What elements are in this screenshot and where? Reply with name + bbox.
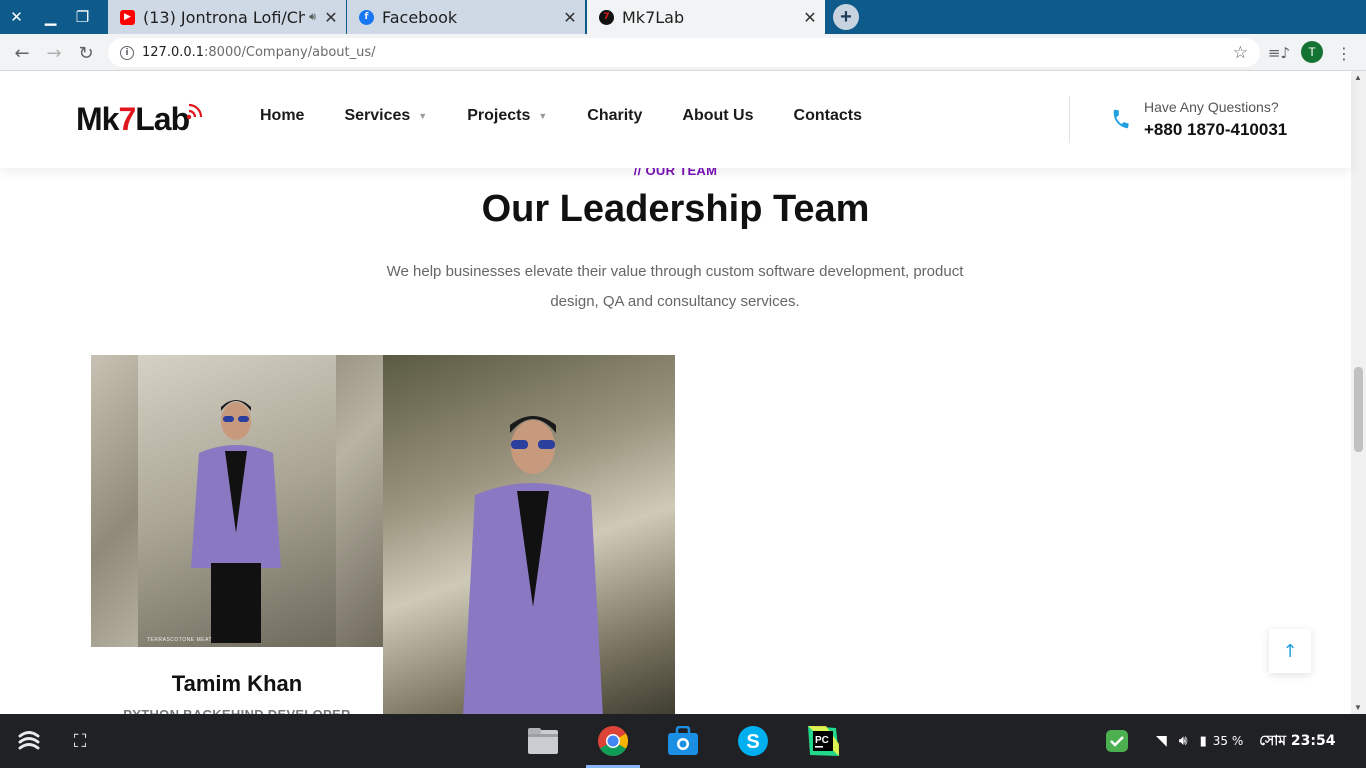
tab-youtube[interactable]: ▶ (13) Jontrona Lofi/Chi 🔊︎ ✕ [108,0,346,34]
site-header: Mk7Lab Home Services ▼ Projects ▼ Charity … [0,71,1351,168]
chrome-app-icon[interactable] [596,724,630,758]
files-app-icon[interactable] [526,724,560,758]
site-info-icon[interactable]: i [120,45,134,60]
browser-tab-strip: ✕ ▁ ❐ ▶ (13) Jontrona Lofi/Chi 🔊︎ ✕ f Fa… [0,0,1366,34]
security-check-icon[interactable] [1100,724,1134,758]
nav-about-us[interactable]: About Us [682,107,753,125]
minimize-icon[interactable]: ▁ [34,0,67,34]
scroll-down-icon[interactable]: ▼ [1354,703,1362,712]
battery-icon: ▮ [1199,733,1207,749]
facebook-icon: f [359,9,374,25]
back-icon[interactable]: ← [10,41,34,65]
logo-text: Lab [135,101,190,137]
speaker-icon[interactable]: 🔊︎ [309,10,316,24]
team-card[interactable] [383,355,675,714]
close-tab-icon[interactable]: ✕ [316,8,346,27]
svg-text:S: S [746,731,759,753]
tab-title: Mk7Lab [622,7,685,27]
contact-label: Have Any Questions? [1144,99,1279,115]
signal-icon [186,103,203,120]
team-card[interactable]: TERRASCOTONE MEAT Tamim Khan PYTHON BACK… [91,355,383,714]
volume-icon: 🔊︎ [1178,733,1188,749]
nav-label: About Us [682,107,754,124]
caret-down-icon: ▼ [418,111,428,121]
team-member-photo [383,355,675,714]
profile-avatar[interactable]: T [1301,41,1323,63]
system-tray[interactable]: ◥ 🔊︎ ▮ 35 % সোম 23:54 [1156,714,1335,768]
skype-app-icon[interactable]: S [736,724,770,758]
url-host: 127.0.0.1 [142,45,205,60]
scroll-up-icon[interactable]: ▲ [1354,73,1362,82]
new-tab-button[interactable]: + [833,4,859,30]
url-path: :8000/Company/about_us/ [204,45,376,60]
youtube-icon: ▶ [120,9,135,25]
media-control-icon[interactable]: ≡♪ [1267,41,1291,65]
svg-text:PC: PC [815,735,829,746]
nav-label: Services [344,107,411,124]
page-scrollbar[interactable]: ▲ ▼ [1351,71,1366,714]
section-title: Our Leadership Team [481,188,870,230]
nav-contacts[interactable]: Contacts [794,107,862,125]
wifi-icon: ◥ [1156,733,1167,749]
caret-down-icon: ▼ [538,111,548,121]
person-figure [463,416,603,714]
section-description: We help businesses elevate their value t… [386,263,964,310]
close-tab-icon[interactable]: ✕ [795,8,825,27]
tab-title: Facebook [382,7,458,27]
member-name: Tamim Khan [171,671,303,696]
scrollbar-thumb[interactable] [1354,367,1363,452]
mk7lab-icon: 7 [599,9,614,25]
launcher-icon[interactable] [12,724,46,758]
team-member-photo: TERRASCOTONE MEAT [91,355,383,647]
clock: সোম 23:54 [1259,733,1336,749]
logo-seven: 7 [118,101,136,137]
back-to-top-button[interactable]: ↑ [1269,629,1311,673]
browser-toolbar: ← → ↻ i 127.0.0.1:8000/Company/about_us/… [0,34,1366,71]
nav-projects[interactable]: Projects ▼ [467,107,547,125]
nav-label: Home [260,107,305,124]
header-divider [1069,96,1070,143]
page-viewport: Mk7Lab Home Services ▼ Projects ▼ Charity … [0,71,1366,714]
person-figure [191,400,281,643]
bookmark-star-icon[interactable]: ☆ [1233,43,1248,63]
close-window-icon[interactable]: ✕ [0,0,33,34]
address-bar[interactable]: i 127.0.0.1:8000/Company/about_us/ ☆ [108,38,1260,67]
tab-facebook[interactable]: f Facebook ✕ [347,0,585,34]
main-nav: Home Services ▼ Projects ▼ Charity About U… [260,107,902,125]
nav-services[interactable]: Services ▼ [344,107,427,125]
nav-charity[interactable]: Charity [587,107,642,125]
os-shelf: ⛶ S PC ◥ 🔊︎ ▮ 35 % সোম 23:54 [0,714,1366,768]
nav-home[interactable]: Home [260,107,304,125]
battery-percent: 35 % [1212,734,1244,748]
phone-icon [1113,109,1129,129]
fullscreen-icon[interactable]: ⛶ [63,724,97,758]
tab-title: (13) Jontrona Lofi/Chi [143,7,306,27]
reload-icon[interactable]: ↻ [74,41,98,65]
forward-icon[interactable]: → [42,41,66,65]
menu-kebab-icon[interactable]: ⋮ [1332,41,1356,65]
nav-label: Contacts [793,107,862,124]
tab-mk7lab[interactable]: 7 Mk7Lab ✕ [587,0,825,34]
restore-window-icon[interactable]: ❐ [66,0,99,34]
close-tab-icon[interactable]: ✕ [555,8,585,27]
play-store-bag-icon[interactable] [666,724,700,758]
photo-credit: TERRASCOTONE MEAT [147,637,212,643]
member-role: PYTHON BACKEHIND DEVELOPER [91,707,383,714]
nav-label: Charity [587,107,643,124]
logo-text: Mk [76,101,119,137]
pycharm-app-icon[interactable]: PC [806,724,840,758]
contact-phone[interactable]: +880 1870-410031 [1144,120,1287,140]
nav-label: Projects [467,107,531,124]
site-logo[interactable]: Mk7Lab [76,101,190,138]
